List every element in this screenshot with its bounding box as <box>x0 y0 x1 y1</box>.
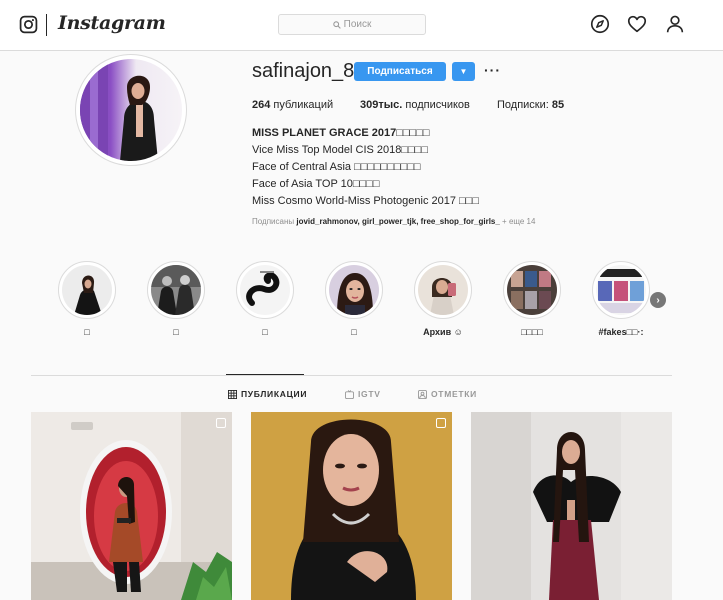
bio-name: MISS PLANET GRACE 2017□□□□□ <box>252 127 430 139</box>
highlight-label: #fakes□□·: <box>598 327 644 337</box>
highlight-item[interactable]: □ <box>57 261 117 337</box>
highlight-ring <box>236 261 294 319</box>
chevron-right-icon: › <box>656 294 660 306</box>
post-image <box>251 412 452 600</box>
bio-line: Face of Central Asia □□□□□□□□□□ <box>252 161 421 173</box>
tab-label: IGTV <box>358 389 381 399</box>
highlight-label: □ <box>262 327 268 337</box>
posts-count: 264 <box>252 99 271 111</box>
highlight-ring <box>325 261 383 319</box>
posts-label: публикаций <box>273 99 334 111</box>
post-image <box>471 412 672 600</box>
search-input[interactable]: Поиск <box>278 14 426 35</box>
highlight-label: □ <box>351 327 357 337</box>
highlight-cover <box>151 265 201 315</box>
profile-bio: MISS PLANET GRACE 2017□□□□□ Vice Miss To… <box>252 125 552 210</box>
highlight-label: □□□□ <box>521 327 543 337</box>
following-label: Подписки: <box>497 99 549 111</box>
highlight-cover <box>596 265 646 315</box>
heart-icon[interactable] <box>626 13 648 35</box>
tab-posts[interactable]: ПУБЛИКАЦИИ <box>228 389 307 399</box>
highlight-ring <box>147 261 205 319</box>
grid-icon <box>228 389 237 399</box>
highlight-label: □ <box>84 327 90 337</box>
following-stat[interactable]: Подписки: 85 <box>497 99 564 111</box>
tab-label: ПУБЛИКАЦИИ <box>241 389 308 399</box>
instagram-camera-icon[interactable] <box>19 15 38 34</box>
followed-by-users: jovid_rahmonov, girl_power_tjk, free_sho… <box>296 217 500 226</box>
more-options-icon[interactable]: ··· <box>484 62 501 78</box>
post-thumbnail[interactable] <box>31 412 232 600</box>
search-icon <box>332 20 341 29</box>
followed-by-prefix: Подписаны <box>252 217 295 226</box>
multiple-photos-icon <box>216 418 226 428</box>
highlight-item[interactable]: □ <box>235 261 295 337</box>
caret-down-icon: ▼ <box>459 67 468 76</box>
top-navigation-bar: Instagram Поиск <box>0 0 723 51</box>
highlight-label: Архив ☺ <box>423 327 463 337</box>
highlight-cover <box>240 265 290 315</box>
tab-igtv[interactable]: IGTV <box>345 389 381 399</box>
highlight-item[interactable]: □□□□ <box>502 261 562 337</box>
highlight-cover <box>418 265 468 315</box>
multiple-photos-icon <box>436 418 446 428</box>
followers-count: 309тыс. <box>360 99 403 111</box>
highlight-ring <box>503 261 561 319</box>
highlight-item[interactable]: □ <box>146 261 206 337</box>
post-image <box>31 412 232 600</box>
active-tab-indicator <box>226 374 304 375</box>
highlight-item[interactable]: □ <box>324 261 384 337</box>
tabs-divider <box>31 375 672 376</box>
avatar-photo <box>80 59 182 161</box>
compass-icon[interactable] <box>589 13 611 35</box>
logo-divider <box>46 14 47 36</box>
igtv-icon <box>345 389 354 399</box>
followed-by-more: + еще 14 <box>502 217 536 226</box>
highlight-label: □ <box>173 327 179 337</box>
tab-tagged[interactable]: ОТМЕТКИ <box>418 389 477 399</box>
tab-label: ОТМЕТКИ <box>431 389 477 399</box>
post-thumbnail[interactable] <box>251 412 452 600</box>
highlight-item[interactable]: #fakes□□·: <box>591 261 651 337</box>
highlight-ring <box>592 261 650 319</box>
highlight-cover <box>62 265 112 315</box>
profile-avatar[interactable] <box>75 54 187 166</box>
suggestions-dropdown-button[interactable]: ▼ <box>452 62 475 81</box>
followers-stat[interactable]: 309тыс. подписчиков <box>360 99 470 111</box>
bio-line: Vice Miss Top Model CIS 2018□□□□ <box>252 144 428 156</box>
bio-line: Miss Cosmo World-Miss Photogenic 2017 □□… <box>252 195 479 207</box>
highlight-cover <box>329 265 379 315</box>
followed-by-line[interactable]: Подписаны jovid_rahmonov, girl_power_tjk… <box>252 217 535 226</box>
posts-stat: 264 публикаций <box>252 99 333 111</box>
highlight-item[interactable]: Архив ☺ <box>413 261 473 337</box>
tagged-icon <box>418 389 427 399</box>
user-icon[interactable] <box>664 13 686 35</box>
highlights-next-button[interactable]: › <box>650 292 666 308</box>
bio-line: Face of Asia TOP 10□□□□ <box>252 178 380 190</box>
followers-label: подписчиков <box>405 99 470 111</box>
post-thumbnail[interactable] <box>471 412 672 600</box>
profile-username: safinajon_8 <box>252 60 355 82</box>
instagram-wordmark[interactable]: Instagram <box>58 12 166 34</box>
highlight-ring <box>58 261 116 319</box>
search-placeholder: Поиск <box>343 19 372 30</box>
highlight-cover <box>507 265 557 315</box>
highlight-ring <box>414 261 472 319</box>
following-count: 85 <box>551 99 565 111</box>
follow-button[interactable]: Подписаться <box>354 62 446 81</box>
